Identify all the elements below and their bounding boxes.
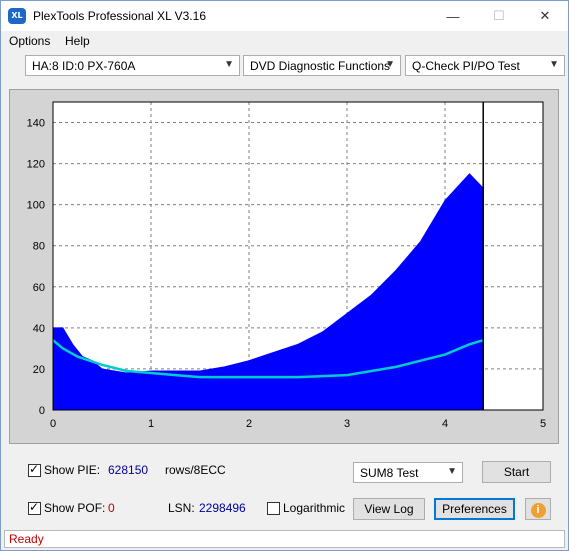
drive-select-value: HA:8 ID:0 PX-760A bbox=[32, 59, 136, 73]
y-tick-label: 60 bbox=[33, 282, 45, 294]
show-pie-label: Show PIE: bbox=[44, 463, 101, 477]
sum-test-select-value: SUM8 Test bbox=[360, 466, 419, 480]
y-tick-label: 100 bbox=[27, 200, 45, 212]
start-button[interactable]: Start bbox=[482, 461, 551, 483]
pie-value: 628150 bbox=[108, 463, 149, 477]
menu-options[interactable]: Options bbox=[9, 34, 50, 48]
maximize-button[interactable]: ☐ bbox=[476, 1, 522, 31]
status-bar: Ready bbox=[4, 530, 565, 548]
logarithmic-label: Logarithmic bbox=[283, 501, 346, 515]
maximize-icon: ☐ bbox=[493, 8, 505, 23]
y-tick-label: 40 bbox=[33, 323, 45, 335]
checkmark-icon: ✓ bbox=[29, 462, 40, 476]
x-tick-label: 3 bbox=[344, 418, 350, 430]
pof-value: 0 bbox=[108, 501, 115, 515]
chevron-down-icon: ▼ bbox=[224, 59, 234, 70]
logarithmic-checkbox[interactable] bbox=[267, 502, 280, 515]
x-tick-label: 1 bbox=[148, 418, 154, 430]
app-logo-icon: XL bbox=[8, 8, 26, 24]
status-text: Ready bbox=[9, 532, 44, 546]
function-select-value: DVD Diagnostic Functions bbox=[250, 59, 391, 73]
info-button[interactable]: i bbox=[525, 498, 551, 520]
controls-panel: ✓ Show PIE: 628150 rows/8ECC SUM8 Test ▼… bbox=[1, 449, 568, 525]
test-select[interactable]: Q-Check PI/PO Test ▼ bbox=[405, 55, 565, 76]
window-title: PlexTools Professional XL V3.16 bbox=[33, 9, 206, 23]
y-tick-label: 140 bbox=[27, 118, 45, 130]
show-pie-checkbox[interactable]: ✓ bbox=[28, 462, 41, 477]
app-window: XL PlexTools Professional XL V3.16 — ☐ ✕… bbox=[0, 0, 569, 551]
menu-bar: Options Help bbox=[1, 31, 568, 51]
checkmark-icon: ✓ bbox=[29, 500, 40, 514]
show-pof-checkbox[interactable]: ✓ bbox=[28, 500, 41, 515]
minimize-button[interactable]: — bbox=[430, 1, 476, 31]
chart-panel: 0 1 2 3 4 5 0 20 40 60 80 100 120 140 bbox=[9, 89, 559, 444]
test-select-value: Q-Check PI/PO Test bbox=[412, 59, 520, 73]
preferences-button[interactable]: Preferences bbox=[434, 498, 515, 520]
y-tick-label: 120 bbox=[27, 159, 45, 171]
sum-test-select[interactable]: SUM8 Test ▼ bbox=[353, 462, 463, 483]
y-tick-label: 20 bbox=[33, 364, 45, 376]
close-button[interactable]: ✕ bbox=[522, 1, 568, 31]
info-icon: i bbox=[530, 503, 546, 518]
view-log-button[interactable]: View Log bbox=[353, 498, 425, 520]
y-tick-label: 0 bbox=[39, 405, 45, 417]
x-tick-label: 2 bbox=[246, 418, 252, 430]
function-select[interactable]: DVD Diagnostic Functions ▼ bbox=[243, 55, 401, 76]
x-tick-label: 0 bbox=[50, 418, 56, 430]
x-tick-label: 5 bbox=[540, 418, 546, 430]
chevron-down-icon: ▼ bbox=[385, 59, 395, 70]
pipo-chart: 0 1 2 3 4 5 0 20 40 60 80 100 120 140 bbox=[27, 101, 546, 430]
close-icon: ✕ bbox=[539, 8, 551, 23]
lsn-label: LSN: bbox=[168, 501, 195, 515]
show-pof-label: Show POF: bbox=[44, 501, 106, 515]
lsn-value: 2298496 bbox=[199, 501, 246, 515]
x-tick-label: 4 bbox=[442, 418, 448, 430]
minimize-icon: — bbox=[446, 8, 460, 24]
chevron-down-icon: ▼ bbox=[447, 466, 457, 477]
drive-select[interactable]: HA:8 ID:0 PX-760A ▼ bbox=[25, 55, 240, 76]
pie-unit: rows/8ECC bbox=[165, 463, 226, 477]
menu-help[interactable]: Help bbox=[65, 34, 90, 48]
chevron-down-icon: ▼ bbox=[549, 59, 559, 70]
y-tick-label: 80 bbox=[33, 241, 45, 253]
title-bar: XL PlexTools Professional XL V3.16 — ☐ ✕ bbox=[1, 1, 568, 31]
